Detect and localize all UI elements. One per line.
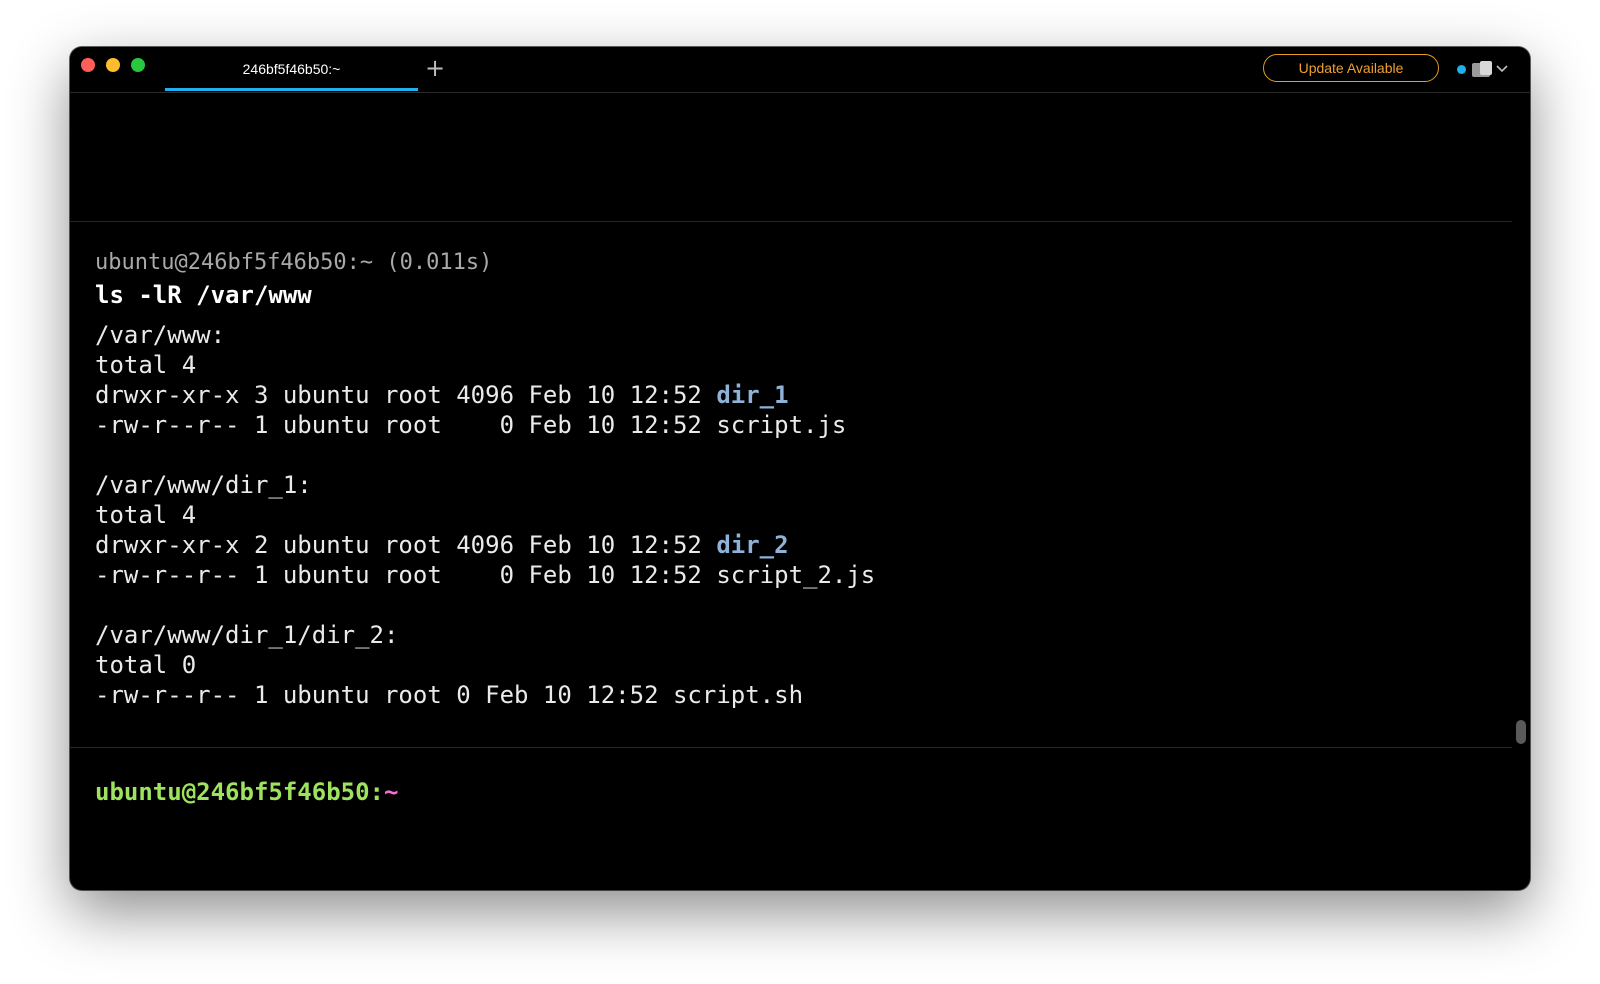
new-tab-button[interactable]: + bbox=[420, 53, 450, 83]
output-line-text: -rw-r--r-- 1 ubuntu root 0 Feb 10 12:52 … bbox=[95, 681, 804, 709]
account-avatar-icon[interactable] bbox=[1470, 59, 1494, 79]
output-line: /var/www/dir_1: bbox=[95, 470, 875, 500]
command-block[interactable]: ubuntu@246bf5f46b50:~ (0.011s) ls -lR /v… bbox=[95, 248, 875, 710]
output-line: total 4 bbox=[95, 500, 875, 530]
output-line: drwxr-xr-x 3 ubuntu root 4096 Feb 10 12:… bbox=[95, 380, 875, 410]
output-line-text: /var/www/dir_1: bbox=[95, 471, 312, 499]
output-line-text: -rw-r--r-- 1 ubuntu root 0 Feb 10 12:52 … bbox=[95, 561, 876, 589]
update-available-label: Update Available bbox=[1298, 60, 1404, 76]
terminal-content: ubuntu@246bf5f46b50:~ (0.011s) ls -lR /v… bbox=[70, 93, 1530, 890]
prompt-user-host: ubuntu@246bf5f46b50: bbox=[95, 778, 384, 806]
output-line-text: total 4 bbox=[95, 351, 197, 379]
output-line: /var/www/dir_1/dir_2: bbox=[95, 620, 875, 650]
directory-name[interactable]: dir_1 bbox=[716, 381, 788, 409]
output-line-text: drwxr-xr-x 3 ubuntu root 4096 Feb 10 12:… bbox=[95, 381, 717, 409]
title-bar: 246bf5f46b50:~ + Update Available bbox=[70, 47, 1530, 93]
input-divider bbox=[70, 747, 1512, 748]
output-line: drwxr-xr-x 2 ubuntu root 4096 Feb 10 12:… bbox=[95, 530, 875, 560]
block-command: ls -lR /var/www bbox=[95, 281, 312, 309]
status-dot-icon bbox=[1457, 65, 1466, 74]
directory-name[interactable]: dir_2 bbox=[716, 531, 788, 559]
output-line-text: /var/www: bbox=[95, 321, 226, 349]
chevron-down-icon[interactable] bbox=[1495, 61, 1509, 75]
output-line: -rw-r--r-- 1 ubuntu root 0 Feb 10 12:52 … bbox=[95, 680, 875, 710]
scrollbar-thumb[interactable] bbox=[1516, 720, 1526, 744]
minimize-window-button[interactable] bbox=[106, 58, 120, 72]
update-available-button[interactable]: Update Available bbox=[1263, 54, 1439, 82]
output-line: -rw-r--r-- 1 ubuntu root 0 Feb 10 12:52 … bbox=[95, 560, 875, 590]
output-line-text: -rw-r--r-- 1 ubuntu root 0 Feb 10 12:52 … bbox=[95, 411, 847, 439]
output-line: total 0 bbox=[95, 650, 875, 680]
prompt-input[interactable]: ubuntu@246bf5f46b50:~ bbox=[95, 775, 398, 809]
output-line-text: total 4 bbox=[95, 501, 197, 529]
maximize-window-button[interactable] bbox=[131, 58, 145, 72]
output-blank-line bbox=[95, 590, 875, 620]
terminal-window: 246bf5f46b50:~ + Update Available ubuntu… bbox=[70, 47, 1530, 890]
tab-active[interactable]: 246bf5f46b50:~ bbox=[165, 47, 418, 91]
block-meta: ubuntu@246bf5f46b50:~ (0.011s) bbox=[95, 250, 493, 275]
prompt-path: ~ bbox=[383, 778, 399, 806]
command-output: /var/www: total 4 drwxr-xr-x 3 ubuntu root… bbox=[95, 320, 875, 710]
output-line-text: /var/www/dir_1/dir_2: bbox=[95, 621, 399, 649]
output-blank-line bbox=[95, 440, 875, 470]
tab-title: 246bf5f46b50:~ bbox=[242, 61, 341, 77]
active-tab-indicator bbox=[165, 88, 418, 91]
close-window-button[interactable] bbox=[81, 58, 95, 72]
block-divider bbox=[70, 221, 1512, 222]
output-line-text: total 0 bbox=[95, 651, 197, 679]
output-line: total 4 bbox=[95, 350, 875, 380]
output-line-text: drwxr-xr-x 2 ubuntu root 4096 Feb 10 12:… bbox=[95, 531, 717, 559]
output-line: -rw-r--r-- 1 ubuntu root 0 Feb 10 12:52 … bbox=[95, 410, 875, 440]
output-line: /var/www: bbox=[95, 320, 875, 350]
